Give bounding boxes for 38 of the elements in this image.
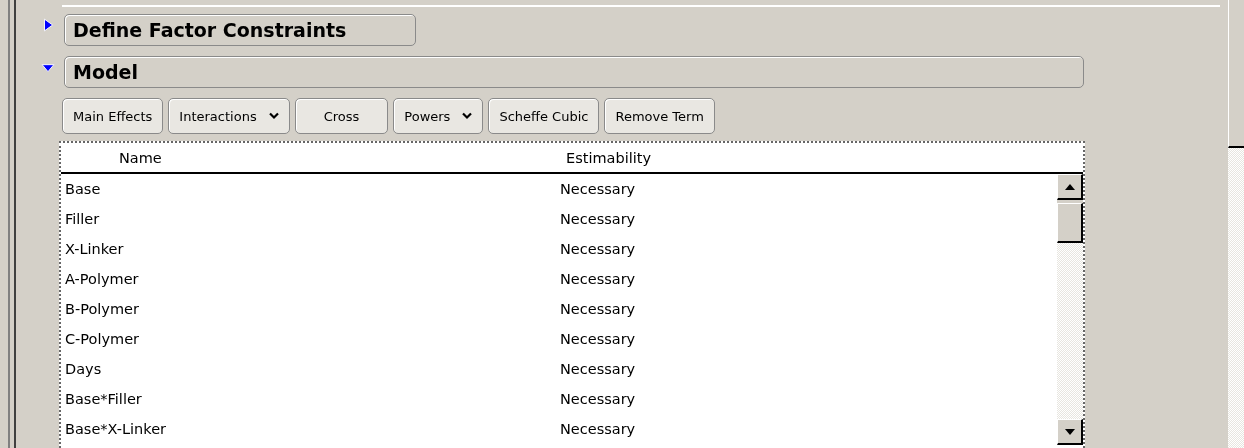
down-arrow-icon <box>1064 428 1075 435</box>
caret-icon <box>268 112 279 121</box>
table-cell-text: X-Linker <box>64 241 125 258</box>
section-header[interactable]: Define Factor Constraints <box>64 13 416 46</box>
scroll-down-button[interactable] <box>1057 419 1083 446</box>
table-cell-text: Necessary <box>559 241 636 258</box>
toolbar-button[interactable]: Interactions <box>168 98 290 135</box>
disclosure-triangle-icon[interactable] <box>41 17 55 32</box>
table-cell-text: Base*X-Linker <box>64 421 168 438</box>
table-cell-text: Necessary <box>559 271 636 288</box>
table-cell-text: Base <box>64 181 102 198</box>
toolbar-button[interactable]: Cross <box>294 98 389 135</box>
table-cell-text: Necessary <box>559 211 636 228</box>
scroll-up-button[interactable] <box>1057 174 1083 201</box>
table-cell-text: Filler <box>64 211 101 228</box>
toolbar-button[interactable]: Powers <box>393 98 484 135</box>
toolbar-button[interactable]: Main Effects <box>62 98 164 135</box>
table-cell-text: Necessary <box>559 391 636 408</box>
table-cell-text: Base*Filler <box>64 391 143 408</box>
table-cell-text: Days <box>64 361 103 378</box>
scrollbar[interactable] <box>1228 0 1244 448</box>
table-cell-text: C-Polymer <box>64 331 141 348</box>
scrollbar[interactable] <box>1057 174 1083 446</box>
table-cell-text: Necessary <box>559 361 636 378</box>
toolbar-button[interactable]: Scheffe Cubic <box>488 98 600 135</box>
toolbar-button[interactable]: Remove Term <box>604 98 715 135</box>
up-arrow-icon <box>1064 183 1075 190</box>
table-cell-text: Necessary <box>559 331 636 348</box>
table-cell-text: Necessary <box>559 301 636 318</box>
table-cell-text: Necessary <box>559 181 636 198</box>
scroll-thumb[interactable] <box>1228 0 1244 148</box>
table-cell-text: Necessary <box>559 421 636 438</box>
table-cell-text: B-Polymer <box>64 301 140 318</box>
column-header[interactable]: Name <box>61 149 556 166</box>
table-cell-text: A-Polymer <box>64 271 140 288</box>
caret-icon <box>462 112 473 121</box>
section-header[interactable]: Model <box>64 55 1084 88</box>
column-header[interactable]: Estimability <box>556 149 651 166</box>
